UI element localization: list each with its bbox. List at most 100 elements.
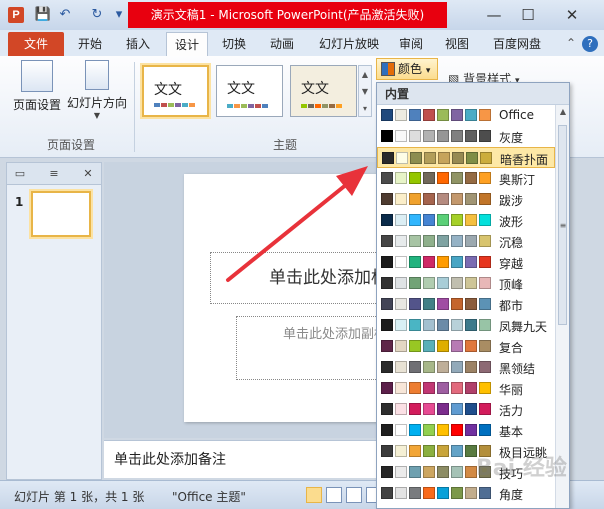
color-swatch (465, 193, 477, 205)
color-swatch (437, 445, 449, 457)
color-scheme-item[interactable]: 奥斯汀 (377, 168, 555, 189)
color-swatch (423, 382, 435, 394)
outline-tab-icon[interactable]: ≡ (43, 165, 65, 183)
color-scheme-label: 活力 (499, 404, 524, 418)
ribbon-collapse-icon[interactable]: ⌃ (566, 36, 576, 50)
undo-icon[interactable]: ↶ (56, 6, 74, 24)
color-swatch (409, 445, 421, 457)
close-panel-icon[interactable]: ✕ (77, 165, 99, 183)
scroll-up-icon[interactable]: ▲ (556, 107, 569, 116)
color-swatch (465, 361, 477, 373)
tab-insert[interactable]: 插入 (118, 32, 158, 56)
color-swatch (465, 403, 477, 415)
color-scheme-label: 都市 (499, 299, 524, 313)
help-icon[interactable]: ? (582, 36, 598, 52)
color-swatch (437, 235, 449, 247)
color-scheme-item[interactable]: 黑领结 (377, 357, 555, 378)
window-title: 演示文稿1 - Microsoft PowerPoint(产品激活失败) (128, 2, 447, 28)
tab-animations[interactable]: 动画 (262, 32, 302, 56)
color-scheme-item[interactable]: 顶峰 (377, 273, 555, 294)
color-swatch (437, 361, 449, 373)
color-swatch (423, 319, 435, 331)
theme-thumbnail-3[interactable]: 文文 (290, 65, 357, 117)
slide-orientation-button[interactable]: 幻灯片方向 ▼ (66, 60, 128, 120)
notes-pane[interactable]: 单击此处添加备注 (104, 440, 378, 478)
theme-thumbnail-office[interactable]: 文文 (142, 65, 209, 117)
tab-transitions[interactable]: 切换 (214, 32, 254, 56)
tab-baidu-netdisk[interactable]: 百度网盘 (486, 32, 548, 56)
reading-view-icon[interactable] (346, 487, 362, 503)
tab-review[interactable]: 审阅 (392, 32, 430, 56)
theme-gallery-scroll[interactable]: ▲ ▼ ▾ (358, 65, 372, 117)
color-scheme-item[interactable]: 华丽 (377, 378, 555, 399)
color-scheme-item[interactable]: 波形 (377, 210, 555, 231)
color-swatches (381, 382, 493, 394)
color-swatches (381, 214, 493, 226)
color-swatch (437, 424, 449, 436)
color-scheme-item[interactable]: 穿越 (377, 252, 555, 273)
color-swatch (479, 277, 491, 289)
dropdown-scrollbar[interactable]: ▲ ≡ (555, 105, 569, 508)
theme-colors-button[interactable]: 颜色 ▾ (376, 58, 438, 80)
redo-icon[interactable]: ↻ (88, 6, 106, 24)
color-swatch (395, 172, 407, 184)
maximize-button[interactable]: ☐ (514, 4, 542, 26)
slides-tab-icon[interactable]: ▭ (9, 165, 31, 183)
tab-design[interactable]: 设计 (166, 32, 208, 56)
color-swatches (381, 340, 493, 352)
color-swatch (465, 109, 477, 121)
color-scheme-item[interactable]: 暗香扑面 (377, 147, 555, 168)
color-scheme-item[interactable]: 活力 (377, 399, 555, 420)
color-scheme-item[interactable]: 沉稳 (377, 231, 555, 252)
save-icon[interactable]: 💾 (34, 6, 52, 24)
page-setup-button[interactable]: 页面设置 (12, 60, 62, 113)
color-scheme-item[interactable]: 灰度 (377, 126, 555, 147)
close-button[interactable]: ✕ (558, 4, 586, 26)
tab-slideshow[interactable]: 幻灯片放映 (310, 32, 388, 56)
color-scheme-label: Office (499, 108, 535, 122)
customize-qat-icon[interactable]: ▾ (110, 6, 128, 24)
color-swatch (479, 424, 491, 436)
color-swatch (480, 152, 492, 164)
slide-thumbnail[interactable] (31, 191, 91, 237)
color-swatch (451, 403, 463, 415)
color-scheme-item[interactable]: Office (377, 105, 555, 126)
color-scheme-item[interactable]: 凤舞九天 (377, 315, 555, 336)
ribbon-tabs: 文件 开始 插入 设计 切换 动画 幻灯片放映 审阅 视图 百度网盘 ⌃? (0, 30, 604, 56)
normal-view-icon[interactable] (306, 487, 322, 503)
color-scheme-item[interactable]: 跋涉 (377, 189, 555, 210)
color-swatch (395, 235, 407, 247)
color-swatch (479, 382, 491, 394)
color-scheme-item[interactable]: 角度 (377, 483, 555, 504)
color-swatches (381, 319, 493, 331)
color-swatch (437, 340, 449, 352)
color-scheme-item[interactable]: 复合 (377, 336, 555, 357)
color-swatch (381, 382, 393, 394)
color-swatch (423, 403, 435, 415)
color-swatch (381, 256, 393, 268)
slide-sorter-view-icon[interactable] (326, 487, 342, 503)
color-swatches (381, 277, 493, 289)
chevron-down-icon: ▾ (425, 66, 431, 76)
color-swatch (465, 424, 477, 436)
color-swatch (451, 340, 463, 352)
tab-view[interactable]: 视图 (438, 32, 476, 56)
color-swatch (465, 277, 477, 289)
powerpoint-logo-icon[interactable]: P (8, 7, 24, 23)
color-swatches (381, 172, 493, 184)
minimize-button[interactable]: — (480, 4, 508, 26)
color-swatch (465, 172, 477, 184)
color-scheme-item[interactable]: 都市 (377, 294, 555, 315)
color-swatch (395, 340, 407, 352)
theme-name-status: "Office 主题" (172, 490, 246, 504)
color-scheme-label: 暗香扑面 (500, 153, 549, 167)
color-scheme-item[interactable]: 基本 (377, 420, 555, 441)
color-swatch (409, 382, 421, 394)
theme-thumbnail-2[interactable]: 文文 (216, 65, 283, 117)
color-swatch (479, 256, 491, 268)
color-scheme-label: 凤舞九天 (499, 320, 548, 334)
tab-file[interactable]: 文件 (8, 32, 64, 56)
theme-thumb-text: 文文 (301, 81, 329, 97)
color-swatch (381, 361, 393, 373)
tab-home[interactable]: 开始 (70, 32, 110, 56)
